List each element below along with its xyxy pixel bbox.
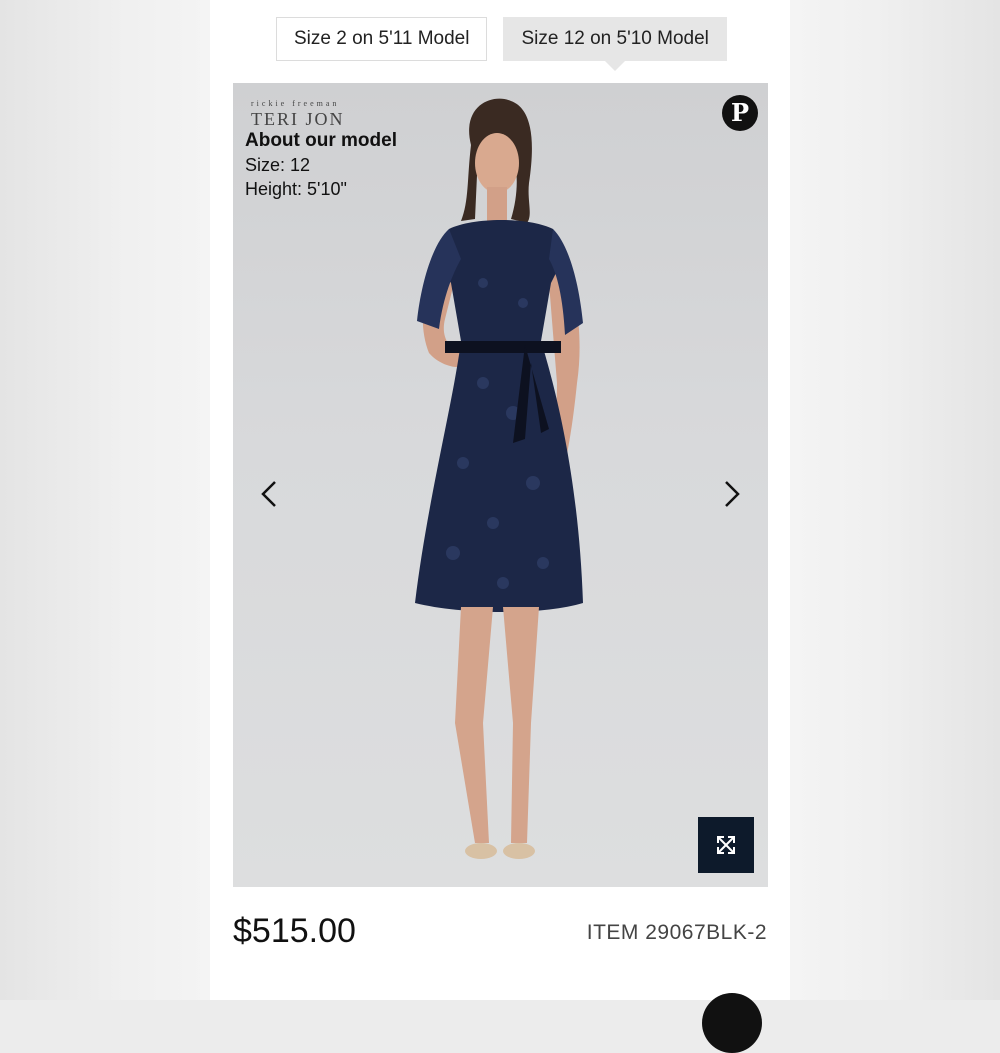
chevron-left-icon[interactable] [253, 476, 289, 512]
left-backdrop [0, 0, 210, 1000]
chevron-right-icon[interactable] [712, 476, 748, 512]
model-info: About our model Size: 12 Height: 5'10" [245, 129, 397, 201]
model-info-heading: About our model [245, 130, 397, 151]
expand-arrows-icon [717, 836, 735, 854]
brand-logo: rickie freeman TERI JON [251, 99, 345, 129]
tab-size-2-model[interactable]: Size 2 on 5'11 Model [276, 17, 488, 61]
expand-image-button[interactable] [698, 817, 754, 873]
size-model-tabs: Size 2 on 5'11 Model Size 12 on 5'10 Mod… [276, 17, 727, 71]
pinterest-icon[interactable]: P [722, 95, 758, 131]
model-size-text: Size: 12 [245, 155, 311, 175]
product-image-gallery[interactable]: rickie freeman TERI JON About our model … [233, 83, 768, 887]
model-photo [415, 98, 583, 859]
brand-logo-small-text: rickie freeman [251, 99, 340, 108]
model-height-text: Height: 5'10" [245, 179, 347, 199]
brand-logo-name: TERI JON [251, 109, 345, 129]
right-backdrop [790, 0, 1000, 1000]
item-number: ITEM 29067BLK-2 [586, 921, 767, 944]
product-price: $515.00 [233, 912, 356, 950]
partial-round-button[interactable] [702, 993, 762, 1053]
tab-size-12-model[interactable]: Size 12 on 5'10 Model [503, 17, 727, 71]
product-page: Size 2 on 5'11 Model Size 12 on 5'10 Mod… [210, 0, 790, 1053]
